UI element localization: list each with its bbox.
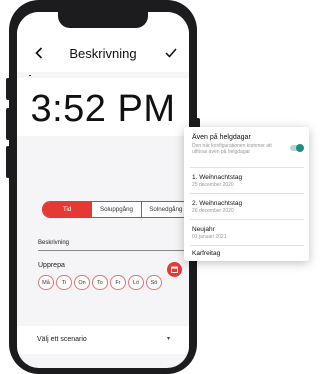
- phone-screen: Beskrivning 3:52 PM Tid Soluppgång Solne…: [17, 12, 189, 368]
- scenario-label: Välj ett scenario: [37, 336, 87, 343]
- day-toggle-thu[interactable]: To: [92, 275, 108, 290]
- segment-soluppgang[interactable]: Soluppgång: [92, 202, 142, 217]
- caret-down-icon: ▾: [167, 336, 171, 342]
- holiday-item[interactable]: Karfreitag: [184, 246, 309, 261]
- check-icon[interactable]: [165, 45, 177, 62]
- holiday-item[interactable]: Neujahr 01 januari 2021: [184, 220, 309, 245]
- holiday-toggle-switch[interactable]: [290, 144, 304, 152]
- time-card[interactable]: 3:52 PM: [17, 78, 189, 136]
- holiday-popup: Även på helgdagar Den här konfiguratione…: [184, 127, 309, 261]
- phone-side-button: [6, 108, 10, 140]
- holiday-toggle-subtitle: Den här konfigurationen kommer att utför…: [192, 143, 272, 155]
- segment-tid[interactable]: Tid: [43, 202, 93, 217]
- day-toggle-tue[interactable]: Ti: [56, 275, 72, 290]
- holiday-date: 26 december 2020: [192, 208, 234, 214]
- page-title: Beskrivning: [69, 46, 137, 61]
- holiday-name: Karfreitag: [192, 250, 221, 257]
- phone-notch: [58, 12, 148, 28]
- holiday-toggle-row[interactable]: Även på helgdagar Den här konfiguratione…: [184, 127, 309, 163]
- holiday-item[interactable]: 2. Weihnachtstag 26 december 2020: [184, 194, 309, 219]
- holiday-name: 1. Weihnachtstag: [192, 174, 243, 181]
- divider: [29, 75, 31, 76]
- day-toggle-sun[interactable]: Sö: [146, 275, 162, 290]
- time-display[interactable]: 3:52 PM: [17, 88, 189, 131]
- holiday-toggle-title: Även på helgdagar: [192, 134, 251, 141]
- phone-side-button: [6, 146, 10, 178]
- holiday-date: 25 december 2020: [192, 182, 234, 188]
- holiday-date: 01 januari 2021: [192, 234, 227, 240]
- holiday-name: 2. Weihnachtstag: [192, 200, 243, 207]
- day-toggle-mon[interactable]: Må: [38, 275, 54, 290]
- description-underline: [38, 250, 186, 251]
- segment-solnedgang[interactable]: Solnedgång: [142, 202, 189, 217]
- phone-side-button: [6, 78, 10, 100]
- day-toggle-fri[interactable]: Fr: [110, 275, 126, 290]
- description-field[interactable]: Beskrivning: [38, 240, 69, 246]
- scenario-select[interactable]: Välj ett scenario ▾: [17, 326, 189, 354]
- toggle-knob: [296, 144, 304, 152]
- repeat-label: Upprepa: [38, 262, 65, 269]
- day-toggle-wed[interactable]: On: [74, 275, 90, 290]
- holiday-name: Neujahr: [192, 226, 215, 233]
- trigger-type-selector: Tid Soluppgång Solnedgång: [42, 201, 189, 218]
- calendar-icon[interactable]: [167, 262, 182, 277]
- day-toggle-sat[interactable]: Lö: [128, 275, 144, 290]
- weekday-selector: Må Ti On To Fr Lö Sö: [38, 275, 162, 290]
- holiday-item[interactable]: 1. Weihnachtstag 25 december 2020: [184, 168, 309, 193]
